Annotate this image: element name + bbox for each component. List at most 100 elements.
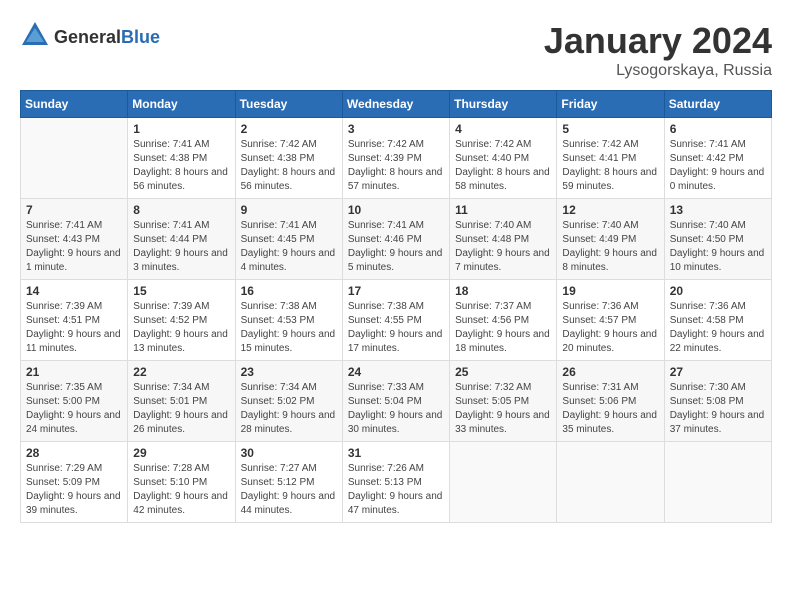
calendar-cell: 11 Sunrise: 7:40 AMSunset: 4:48 PMDaylig…	[450, 199, 557, 280]
calendar-cell: 12 Sunrise: 7:40 AMSunset: 4:49 PMDaylig…	[557, 199, 664, 280]
day-detail: Sunrise: 7:34 AMSunset: 5:02 PMDaylight:…	[241, 382, 336, 435]
day-number: 8	[133, 203, 229, 217]
day-detail: Sunrise: 7:28 AMSunset: 5:10 PMDaylight:…	[133, 463, 228, 516]
day-detail: Sunrise: 7:38 AMSunset: 4:55 PMDaylight:…	[348, 301, 443, 354]
day-detail: Sunrise: 7:33 AMSunset: 5:04 PMDaylight:…	[348, 382, 443, 435]
weekday-header-saturday: Saturday	[664, 91, 771, 118]
weekday-header-monday: Monday	[128, 91, 235, 118]
calendar-cell	[664, 442, 771, 523]
calendar-cell: 23 Sunrise: 7:34 AMSunset: 5:02 PMDaylig…	[235, 361, 342, 442]
weekday-header-row: SundayMondayTuesdayWednesdayThursdayFrid…	[21, 91, 772, 118]
day-detail: Sunrise: 7:41 AMSunset: 4:44 PMDaylight:…	[133, 220, 228, 273]
week-row-2: 7 Sunrise: 7:41 AMSunset: 4:43 PMDayligh…	[21, 199, 772, 280]
day-detail: Sunrise: 7:42 AMSunset: 4:40 PMDaylight:…	[455, 139, 550, 192]
day-number: 20	[670, 284, 766, 298]
weekday-header-wednesday: Wednesday	[342, 91, 449, 118]
day-detail: Sunrise: 7:41 AMSunset: 4:43 PMDaylight:…	[26, 220, 121, 273]
day-number: 1	[133, 122, 229, 136]
day-detail: Sunrise: 7:42 AMSunset: 4:41 PMDaylight:…	[562, 139, 657, 192]
calendar-cell: 1 Sunrise: 7:41 AMSunset: 4:38 PMDayligh…	[128, 118, 235, 199]
day-number: 27	[670, 365, 766, 379]
week-row-3: 14 Sunrise: 7:39 AMSunset: 4:51 PMDaylig…	[21, 280, 772, 361]
day-number: 12	[562, 203, 658, 217]
day-detail: Sunrise: 7:30 AMSunset: 5:08 PMDaylight:…	[670, 382, 765, 435]
day-detail: Sunrise: 7:36 AMSunset: 4:58 PMDaylight:…	[670, 301, 765, 354]
day-number: 29	[133, 446, 229, 460]
calendar-cell: 13 Sunrise: 7:40 AMSunset: 4:50 PMDaylig…	[664, 199, 771, 280]
day-detail: Sunrise: 7:36 AMSunset: 4:57 PMDaylight:…	[562, 301, 657, 354]
day-detail: Sunrise: 7:35 AMSunset: 5:00 PMDaylight:…	[26, 382, 121, 435]
day-detail: Sunrise: 7:42 AMSunset: 4:38 PMDaylight:…	[241, 139, 336, 192]
day-number: 25	[455, 365, 551, 379]
page-header: GeneralBlue January 2024 Lysogorskaya, R…	[20, 20, 772, 80]
day-detail: Sunrise: 7:27 AMSunset: 5:12 PMDaylight:…	[241, 463, 336, 516]
day-number: 19	[562, 284, 658, 298]
day-number: 14	[26, 284, 122, 298]
day-detail: Sunrise: 7:40 AMSunset: 4:50 PMDaylight:…	[670, 220, 765, 273]
week-row-1: 1 Sunrise: 7:41 AMSunset: 4:38 PMDayligh…	[21, 118, 772, 199]
day-detail: Sunrise: 7:41 AMSunset: 4:38 PMDaylight:…	[133, 139, 228, 192]
day-detail: Sunrise: 7:29 AMSunset: 5:09 PMDaylight:…	[26, 463, 121, 516]
weekday-header-thursday: Thursday	[450, 91, 557, 118]
calendar-cell: 14 Sunrise: 7:39 AMSunset: 4:51 PMDaylig…	[21, 280, 128, 361]
day-number: 30	[241, 446, 337, 460]
calendar-cell: 21 Sunrise: 7:35 AMSunset: 5:00 PMDaylig…	[21, 361, 128, 442]
weekday-header-sunday: Sunday	[21, 91, 128, 118]
day-number: 26	[562, 365, 658, 379]
calendar-cell: 16 Sunrise: 7:38 AMSunset: 4:53 PMDaylig…	[235, 280, 342, 361]
day-number: 10	[348, 203, 444, 217]
day-number: 21	[26, 365, 122, 379]
weekday-header-friday: Friday	[557, 91, 664, 118]
day-detail: Sunrise: 7:34 AMSunset: 5:01 PMDaylight:…	[133, 382, 228, 435]
calendar-cell: 4 Sunrise: 7:42 AMSunset: 4:40 PMDayligh…	[450, 118, 557, 199]
day-detail: Sunrise: 7:40 AMSunset: 4:48 PMDaylight:…	[455, 220, 550, 273]
calendar-cell: 19 Sunrise: 7:36 AMSunset: 4:57 PMDaylig…	[557, 280, 664, 361]
day-number: 3	[348, 122, 444, 136]
day-number: 24	[348, 365, 444, 379]
calendar-cell	[450, 442, 557, 523]
calendar-cell: 15 Sunrise: 7:39 AMSunset: 4:52 PMDaylig…	[128, 280, 235, 361]
day-detail: Sunrise: 7:32 AMSunset: 5:05 PMDaylight:…	[455, 382, 550, 435]
day-number: 31	[348, 446, 444, 460]
day-number: 4	[455, 122, 551, 136]
calendar-cell: 28 Sunrise: 7:29 AMSunset: 5:09 PMDaylig…	[21, 442, 128, 523]
title-block: January 2024 Lysogorskaya, Russia	[544, 20, 772, 80]
day-detail: Sunrise: 7:41 AMSunset: 4:42 PMDaylight:…	[670, 139, 765, 192]
calendar-cell: 25 Sunrise: 7:32 AMSunset: 5:05 PMDaylig…	[450, 361, 557, 442]
day-detail: Sunrise: 7:41 AMSunset: 4:46 PMDaylight:…	[348, 220, 443, 273]
month-title: January 2024	[544, 20, 772, 62]
day-number: 17	[348, 284, 444, 298]
day-number: 13	[670, 203, 766, 217]
day-detail: Sunrise: 7:26 AMSunset: 5:13 PMDaylight:…	[348, 463, 443, 516]
calendar-cell	[557, 442, 664, 523]
day-number: 9	[241, 203, 337, 217]
logo: GeneralBlue	[20, 20, 160, 55]
calendar-cell: 7 Sunrise: 7:41 AMSunset: 4:43 PMDayligh…	[21, 199, 128, 280]
day-number: 16	[241, 284, 337, 298]
calendar-table: SundayMondayTuesdayWednesdayThursdayFrid…	[20, 90, 772, 523]
calendar-cell: 24 Sunrise: 7:33 AMSunset: 5:04 PMDaylig…	[342, 361, 449, 442]
logo-text: GeneralBlue	[54, 27, 160, 48]
calendar-cell: 3 Sunrise: 7:42 AMSunset: 4:39 PMDayligh…	[342, 118, 449, 199]
day-number: 5	[562, 122, 658, 136]
calendar-cell: 17 Sunrise: 7:38 AMSunset: 4:55 PMDaylig…	[342, 280, 449, 361]
calendar-cell: 6 Sunrise: 7:41 AMSunset: 4:42 PMDayligh…	[664, 118, 771, 199]
logo-icon	[20, 20, 50, 55]
calendar-cell: 18 Sunrise: 7:37 AMSunset: 4:56 PMDaylig…	[450, 280, 557, 361]
calendar-cell: 31 Sunrise: 7:26 AMSunset: 5:13 PMDaylig…	[342, 442, 449, 523]
day-detail: Sunrise: 7:38 AMSunset: 4:53 PMDaylight:…	[241, 301, 336, 354]
calendar-cell: 2 Sunrise: 7:42 AMSunset: 4:38 PMDayligh…	[235, 118, 342, 199]
day-detail: Sunrise: 7:31 AMSunset: 5:06 PMDaylight:…	[562, 382, 657, 435]
calendar-cell: 20 Sunrise: 7:36 AMSunset: 4:58 PMDaylig…	[664, 280, 771, 361]
day-number: 15	[133, 284, 229, 298]
calendar-cell: 27 Sunrise: 7:30 AMSunset: 5:08 PMDaylig…	[664, 361, 771, 442]
day-detail: Sunrise: 7:37 AMSunset: 4:56 PMDaylight:…	[455, 301, 550, 354]
day-detail: Sunrise: 7:41 AMSunset: 4:45 PMDaylight:…	[241, 220, 336, 273]
calendar-cell	[21, 118, 128, 199]
week-row-4: 21 Sunrise: 7:35 AMSunset: 5:00 PMDaylig…	[21, 361, 772, 442]
calendar-cell: 9 Sunrise: 7:41 AMSunset: 4:45 PMDayligh…	[235, 199, 342, 280]
day-number: 28	[26, 446, 122, 460]
calendar-cell: 26 Sunrise: 7:31 AMSunset: 5:06 PMDaylig…	[557, 361, 664, 442]
day-number: 11	[455, 203, 551, 217]
calendar-cell: 22 Sunrise: 7:34 AMSunset: 5:01 PMDaylig…	[128, 361, 235, 442]
